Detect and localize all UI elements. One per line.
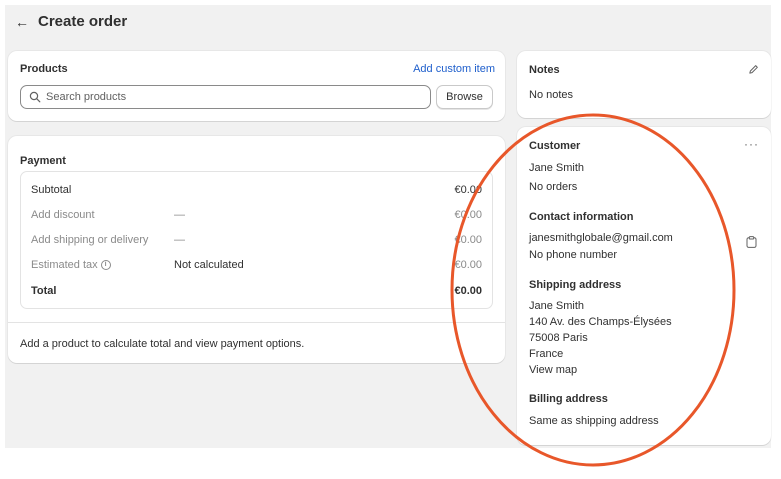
customer-phone: No phone number	[529, 249, 618, 261]
clipboard-icon[interactable]	[746, 236, 757, 248]
customer-email-link[interactable]: janesmithglobale@gmail.com	[529, 232, 673, 244]
payment-row-amount: €0.00	[454, 209, 482, 221]
billing-address-title: Billing address	[529, 393, 608, 405]
payment-row-discount[interactable]: Add discount — €0.00	[31, 208, 482, 222]
notes-value: No notes	[529, 89, 574, 101]
search-placeholder: Search products	[46, 91, 127, 103]
customer-title: Customer	[529, 140, 581, 152]
payment-title: Payment	[20, 155, 66, 167]
products-card: Products Add custom item Search products…	[8, 51, 505, 121]
add-custom-item-link[interactable]: Add custom item	[413, 63, 495, 75]
payment-row-label: Total	[31, 285, 57, 297]
shipping-line: 75008 Paris	[529, 332, 588, 344]
payment-row-shipping[interactable]: Add shipping or delivery — €0.00	[31, 233, 482, 247]
payment-row-tax: Estimated tax i Not calculated €0.00	[31, 258, 482, 272]
search-products-input[interactable]: Search products	[20, 85, 431, 109]
browse-button[interactable]: Browse	[436, 85, 493, 109]
notes-card: Notes No notes	[517, 51, 771, 118]
customer-orders: No orders	[529, 181, 578, 193]
payment-row-middle: —	[174, 234, 185, 246]
shipping-line: Jane Smith	[529, 300, 585, 312]
billing-address-value: Same as shipping address	[529, 415, 659, 427]
products-title: Products	[20, 63, 68, 75]
payment-row-total: Total €0.00	[31, 284, 482, 298]
divider	[8, 322, 505, 323]
payment-row-middle: Not calculated	[174, 259, 244, 271]
payment-footer-text: Add a product to calculate total and vie…	[20, 338, 305, 350]
notes-title: Notes	[529, 64, 560, 76]
more-options-icon[interactable]: ···	[744, 138, 759, 150]
add-discount-link[interactable]: Add discount	[31, 209, 174, 221]
contact-info-title: Contact information	[529, 211, 634, 223]
view-map-link[interactable]: View map	[529, 364, 577, 376]
payment-row-amount: €0.00	[454, 259, 482, 271]
payment-row-amount: €0.00	[454, 285, 482, 297]
search-icon	[29, 91, 41, 103]
payment-summary-table: Subtotal €0.00 Add discount — €0.00 Add …	[20, 171, 493, 309]
add-shipping-link[interactable]: Add shipping or delivery	[31, 234, 174, 246]
shipping-address-title: Shipping address	[529, 279, 622, 291]
payment-card: Payment Subtotal €0.00 Add discount — €0…	[8, 136, 505, 363]
estimated-tax-label: Estimated tax i	[31, 259, 174, 271]
payment-row-amount: €0.00	[454, 234, 482, 246]
tax-label-text: Estimated tax	[31, 259, 98, 271]
page-canvas: ← Create order Products Add custom item …	[5, 5, 771, 448]
page-title: Create order	[38, 13, 128, 30]
page-header: ← Create order	[15, 13, 127, 30]
shipping-line: 140 Av. des Champs-Élysées	[529, 316, 672, 328]
payment-row-middle: —	[174, 209, 185, 221]
payment-row-label: Subtotal	[31, 184, 72, 196]
pencil-icon[interactable]	[748, 64, 759, 75]
customer-name-link[interactable]: Jane Smith	[529, 162, 584, 174]
payment-row-amount: €0.00	[454, 184, 482, 196]
customer-card: Customer ··· Jane Smith No orders Contac…	[517, 127, 771, 445]
payment-row-subtotal: Subtotal €0.00	[31, 183, 482, 197]
shipping-line: France	[529, 348, 564, 360]
info-icon[interactable]: i	[100, 260, 111, 271]
arrow-left-icon[interactable]: ←	[15, 15, 29, 29]
